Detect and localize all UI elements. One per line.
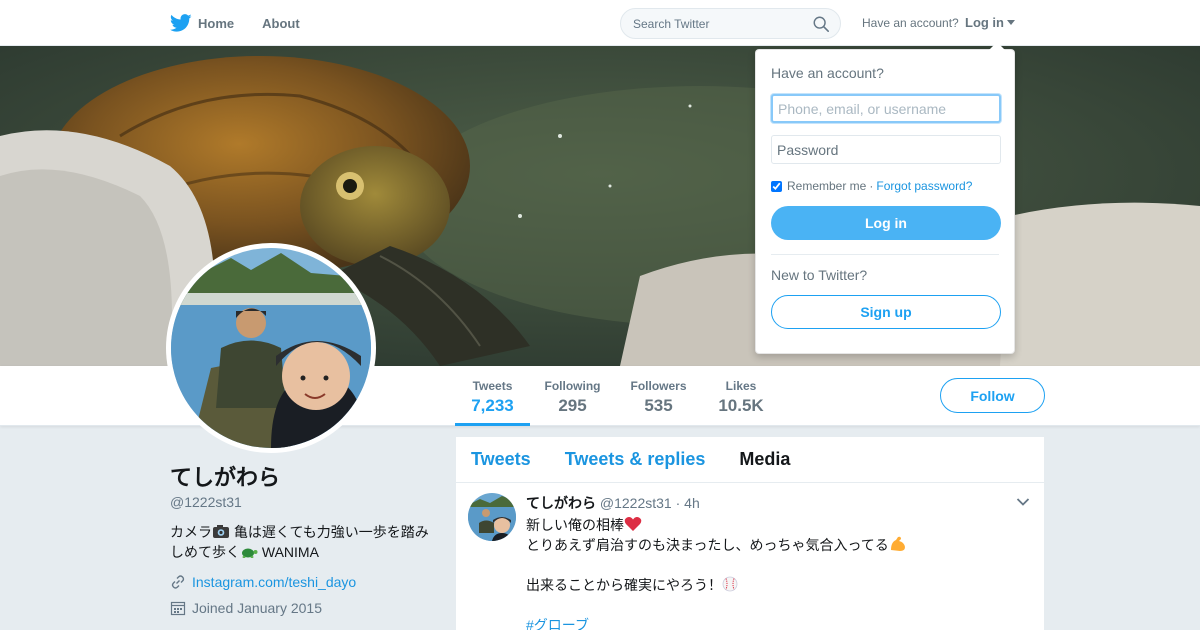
chevron-down-icon[interactable] bbox=[1016, 497, 1030, 507]
tweet-dot: · bbox=[675, 495, 681, 511]
turtle-icon bbox=[242, 548, 258, 558]
bio-text-3: WANIMA bbox=[261, 544, 319, 560]
bio-text-1: カメラ bbox=[170, 524, 212, 540]
profile-avatar[interactable] bbox=[166, 243, 376, 453]
search-input[interactable] bbox=[621, 9, 801, 38]
tweet-header: てしがわら @1222st31 · 4h bbox=[526, 493, 1029, 513]
stat-tweets-value: 7,233 bbox=[471, 396, 514, 415]
login-dropdown-title: Have an account? bbox=[771, 65, 884, 81]
avatar-image bbox=[171, 248, 371, 448]
search-box bbox=[620, 8, 841, 39]
baseball-icon bbox=[722, 576, 738, 592]
home-link[interactable]: Home bbox=[170, 12, 234, 34]
have-account-label: Have an account? bbox=[862, 16, 959, 30]
tweet-avatar[interactable] bbox=[468, 493, 516, 541]
new-to-twitter-label: New to Twitter? bbox=[771, 267, 868, 283]
profile-handle[interactable]: @1222st31 bbox=[170, 494, 440, 510]
tweet-line-1: 新しい俺の相棒 bbox=[526, 517, 624, 533]
login-toggle-label: Log in bbox=[965, 15, 1004, 30]
home-link-label: Home bbox=[198, 15, 235, 31]
twitter-bird-icon bbox=[170, 14, 192, 32]
profile-name[interactable]: てしがわら bbox=[170, 460, 440, 492]
stat-followers-label: Followers bbox=[630, 379, 687, 393]
search-icon[interactable] bbox=[812, 15, 830, 33]
tweet-hashtag[interactable]: #グローブ bbox=[526, 617, 589, 630]
remember-row: Remember me · Forgot password? bbox=[771, 179, 999, 193]
nav-left: Home About bbox=[170, 0, 328, 46]
tweet-item[interactable]: てしがわら @1222st31 · 4h 新しい俺の相棒とりあえず肩治すのも決ま… bbox=[456, 483, 1044, 630]
stat-tweets[interactable]: Tweets 7,233 bbox=[455, 366, 530, 426]
tweet-author-handle[interactable]: @1222st31 bbox=[600, 495, 672, 511]
stat-followers[interactable]: Followers 535 bbox=[625, 366, 692, 426]
stat-tweets-label: Tweets bbox=[472, 379, 513, 393]
remember-separator: · bbox=[869, 179, 874, 193]
dropdown-arrow bbox=[989, 42, 1005, 50]
calendar-icon bbox=[170, 601, 186, 616]
stat-likes[interactable]: Likes 10.5K bbox=[712, 366, 770, 426]
tweet-avatar-image bbox=[468, 493, 516, 541]
profile-card: てしがわら @1222st31 カメラ 亀は遅くても力強い一歩を踏みしめて歩く … bbox=[170, 460, 440, 616]
tweet-author-name[interactable]: てしがわら bbox=[526, 495, 596, 511]
remember-me-checkbox[interactable] bbox=[771, 180, 782, 192]
tweet-line-3: 出来ることから確実にやろう！ bbox=[526, 577, 722, 593]
timeline-tabs: Tweets Tweets & replies Media bbox=[456, 437, 1044, 483]
heart-icon bbox=[624, 517, 642, 531]
about-link[interactable]: About bbox=[262, 16, 300, 31]
login-button[interactable]: Log in bbox=[771, 206, 1001, 240]
top-navigation-bar: Home About Have an account? Log in bbox=[0, 0, 1200, 46]
login-dropdown-toggle[interactable]: Log in bbox=[965, 15, 1015, 30]
tweet-line-2: とりあえず肩治すのも決まったし、めっちゃ気合入ってる bbox=[526, 537, 889, 553]
profile-bio: カメラ 亀は遅くても力強い一歩を踏みしめて歩く WANIMA bbox=[170, 522, 430, 562]
remember-me-label[interactable]: Remember me bbox=[787, 179, 866, 193]
stat-following-value: 295 bbox=[558, 396, 587, 415]
tab-tweets-and-replies[interactable]: Tweets & replies bbox=[565, 449, 706, 470]
stat-following-label: Following bbox=[544, 379, 601, 393]
profile-website-link[interactable]: Instagram.com/teshi_dayo bbox=[192, 574, 356, 590]
username-field[interactable] bbox=[771, 94, 1001, 123]
profile-link-row: Instagram.com/teshi_dayo bbox=[170, 574, 440, 590]
tweet-timestamp[interactable]: 4h bbox=[684, 495, 700, 511]
stat-likes-label: Likes bbox=[725, 379, 757, 393]
stat-following[interactable]: Following 295 bbox=[540, 366, 605, 426]
camera-icon bbox=[213, 525, 229, 538]
stat-likes-value: 10.5K bbox=[718, 396, 764, 415]
password-field[interactable] bbox=[771, 135, 1001, 164]
login-dropdown: Have an account? Remember me · Forgot pa… bbox=[755, 42, 1015, 354]
stat-followers-value: 535 bbox=[644, 396, 673, 415]
profile-joined-date: Joined January 2015 bbox=[192, 600, 322, 616]
caret-down-icon bbox=[1007, 20, 1015, 25]
tab-tweets[interactable]: Tweets bbox=[471, 449, 531, 470]
follow-button[interactable]: Follow bbox=[940, 378, 1045, 413]
dropdown-divider bbox=[771, 254, 999, 255]
tweet-text: 新しい俺の相棒とりあえず肩治すのも決まったし、めっちゃ気合入ってる 出来ることから… bbox=[526, 515, 1029, 630]
flexed-biceps-icon bbox=[890, 536, 905, 551]
link-icon bbox=[171, 575, 185, 589]
timeline: Tweets Tweets & replies Media てしがわら @122… bbox=[456, 437, 1044, 630]
signup-button[interactable]: Sign up bbox=[771, 295, 1001, 329]
forgot-password-link[interactable]: Forgot password? bbox=[876, 179, 972, 193]
profile-joined-row: Joined January 2015 bbox=[170, 600, 440, 616]
tab-media[interactable]: Media bbox=[739, 449, 790, 470]
